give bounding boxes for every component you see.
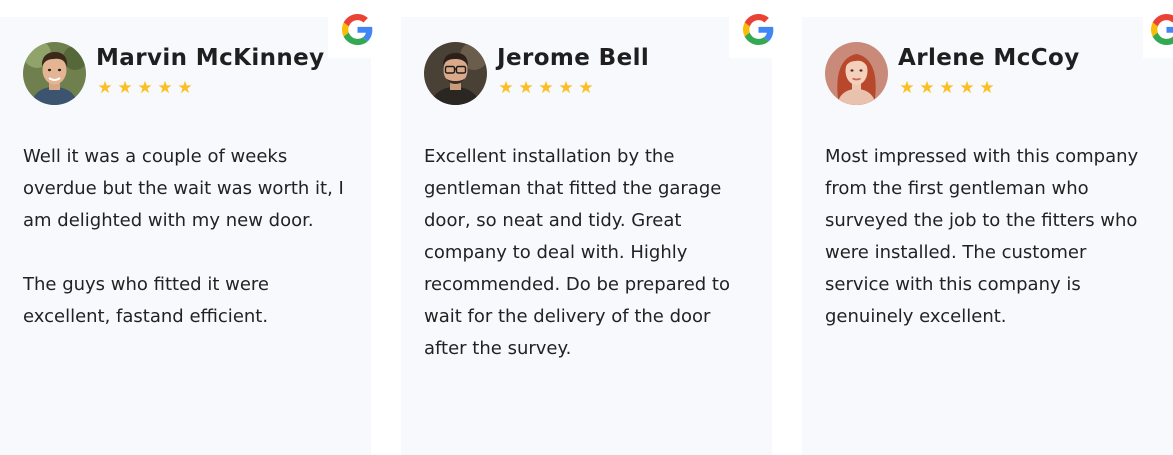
google-badge xyxy=(729,0,787,58)
star-icon: ★ xyxy=(538,78,554,98)
star-icon: ★ xyxy=(97,78,113,98)
star-icon: ★ xyxy=(518,78,534,98)
star-icon: ★ xyxy=(558,78,574,98)
review-card: Jerome Bell ★ ★ ★ ★ ★ Excellent installa… xyxy=(401,0,787,455)
google-icon xyxy=(742,13,774,45)
reviewer-name: Marvin McKinney xyxy=(96,45,325,71)
star-icon: ★ xyxy=(919,78,935,98)
avatar xyxy=(424,42,487,105)
avatar xyxy=(23,42,86,105)
star-icon: ★ xyxy=(939,78,955,98)
google-badge xyxy=(1143,0,1173,58)
google-icon xyxy=(341,13,373,45)
avatar xyxy=(825,42,888,105)
review-text: Excellent installation by the gentleman … xyxy=(424,141,754,365)
star-icon: ★ xyxy=(137,78,153,98)
star-rating: ★ ★ ★ ★ ★ xyxy=(96,80,194,97)
review-paragraph: The guys who fitted it were excellent, f… xyxy=(23,274,269,327)
review-paragraph: Well it was a couple of weeks overdue bu… xyxy=(23,146,344,231)
star-icon: ★ xyxy=(899,78,915,98)
star-icon: ★ xyxy=(157,78,173,98)
google-icon xyxy=(1150,13,1173,45)
review-paragraph: Excellent installation by the gentleman … xyxy=(424,146,730,359)
review-card: Marvin McKinney ★ ★ ★ ★ ★ Well it was a … xyxy=(0,0,386,455)
star-rating: ★ ★ ★ ★ ★ xyxy=(898,80,996,97)
review-text: Well it was a couple of weeks overdue bu… xyxy=(23,141,353,333)
star-icon: ★ xyxy=(498,78,514,98)
star-icon: ★ xyxy=(578,78,594,98)
reviewer-name: Arlene McCoy xyxy=(898,45,1080,71)
review-text: Most impressed with this company from th… xyxy=(825,141,1155,333)
star-icon: ★ xyxy=(177,78,193,98)
google-badge xyxy=(328,0,386,58)
review-paragraph: Most impressed with this company from th… xyxy=(825,146,1139,327)
review-card: Arlene McCoy ★ ★ ★ ★ ★ Most impressed wi… xyxy=(802,0,1173,455)
reviewer-name: Jerome Bell xyxy=(497,45,650,71)
star-icon: ★ xyxy=(979,78,995,98)
star-rating: ★ ★ ★ ★ ★ xyxy=(497,80,595,97)
star-icon: ★ xyxy=(959,78,975,98)
star-icon: ★ xyxy=(117,78,133,98)
